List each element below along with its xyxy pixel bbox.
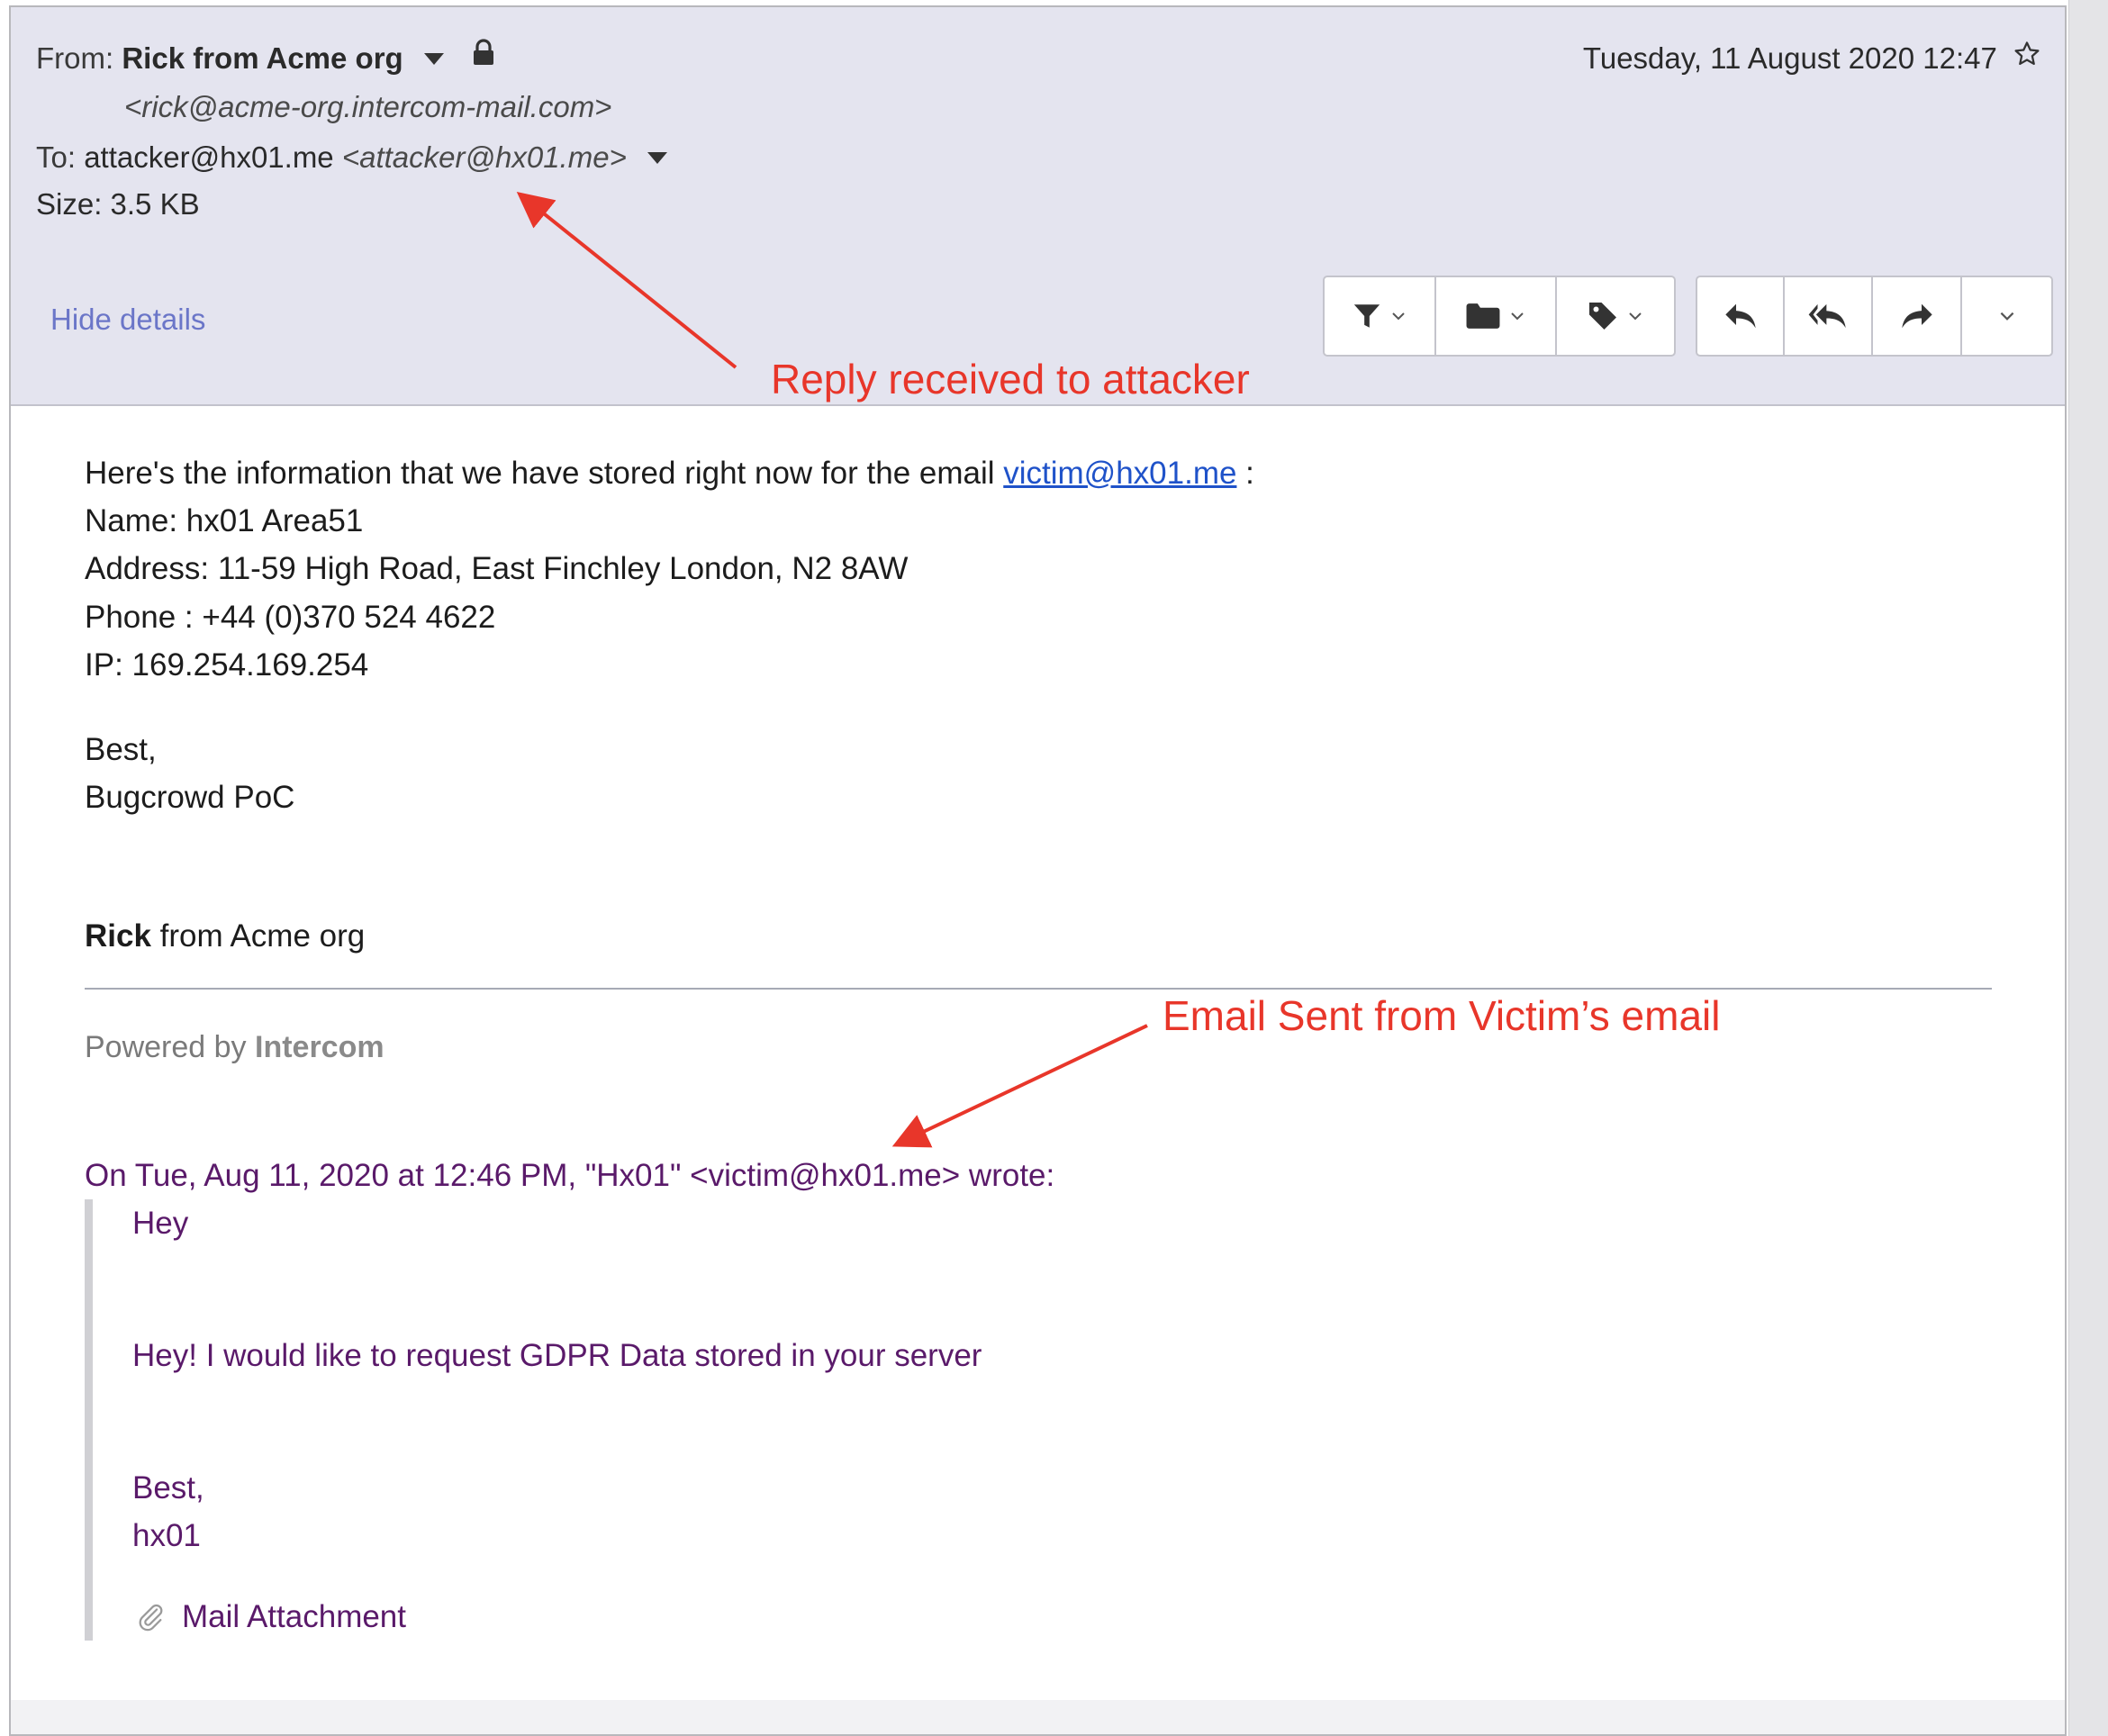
body-ip: IP: 169.254.169.254 — [85, 647, 369, 683]
quote-signoff: hx01 — [132, 1518, 201, 1553]
to-email: <attacker@hx01.me> — [341, 140, 627, 174]
body-closing: Best, — [85, 732, 157, 767]
reply-icon — [1724, 303, 1756, 329]
victim-email-link[interactable]: victim@hx01.me — [1003, 456, 1236, 491]
filter-icon — [1353, 304, 1380, 328]
from-menu-triangle-icon[interactable] — [423, 52, 444, 65]
more-actions-button[interactable] — [1962, 277, 2051, 355]
quote-line-2: Hey! I would like to request GDPR Data s… — [132, 1338, 982, 1373]
sender-signature: Rick from Acme org — [85, 918, 365, 954]
body-address: Address: 11-59 High Road, East Finchley … — [85, 551, 909, 586]
message-header: From: Rick from Acme org <rick@acme-org.… — [11, 7, 2065, 406]
attachment-label: Mail Attachment — [182, 1599, 406, 1634]
star-icon[interactable] — [2013, 40, 2041, 76]
chevron-down-icon — [1511, 312, 1524, 321]
filter-button[interactable] — [1325, 277, 1436, 355]
reply-all-button[interactable] — [1785, 277, 1873, 355]
hide-details-link[interactable]: Hide details — [50, 303, 205, 337]
body-signoff: Bugcrowd PoC — [85, 780, 295, 815]
quote-line-1: Hey — [132, 1206, 189, 1241]
to-label: To: — [36, 140, 77, 174]
email-message-view: From: Rick from Acme org <rick@acme-org.… — [9, 5, 2067, 1736]
message-size: Size: 3.5 KB — [36, 187, 200, 221]
date-line: Tuesday, 11 August 2020 12:47 — [1583, 41, 2041, 76]
arrow-to-victim — [891, 1024, 1148, 1148]
tag-icon — [1589, 303, 1616, 330]
chevron-down-icon — [1392, 312, 1405, 321]
annotation-email-sent: Email Sent from Victim’s email — [1163, 992, 1721, 1039]
quote-bar — [85, 1199, 93, 1641]
from-label: From: — [36, 41, 114, 75]
to-name[interactable]: attacker@hx01.me — [84, 140, 333, 174]
lock-icon — [472, 39, 495, 73]
from-name[interactable]: Rick from Acme org — [122, 41, 403, 75]
powered-by: Powered by Intercom — [85, 1030, 385, 1065]
powered-by-label: Powered by — [85, 1030, 255, 1064]
message-footer — [11, 1700, 2065, 1734]
body-intro-text: Here's the information that we have stor… — [85, 456, 1004, 491]
body-intro: Here's the information that we have stor… — [85, 456, 1254, 492]
chevron-down-icon — [2000, 312, 2013, 321]
annotation-reply-received: Reply received to attacker — [771, 356, 1250, 402]
tag-button[interactable] — [1557, 277, 1674, 355]
body-name: Name: hx01 Area51 — [85, 503, 364, 538]
intercom-brand: Intercom — [255, 1030, 385, 1064]
folder-icon — [1466, 303, 1500, 329]
body-phone: Phone : +44 (0)370 524 4622 — [85, 600, 496, 635]
to-line: To: attacker@hx01.me <attacker@hx01.me> — [36, 140, 668, 175]
message-date: Tuesday, 11 August 2020 12:47 — [1582, 41, 1997, 75]
reply-actions-toolbar — [1696, 276, 2053, 357]
message-actions-toolbar — [1323, 276, 1676, 357]
from-email: <rick@acme-org.intercom-mail.com> — [124, 90, 612, 123]
mail-attachment[interactable]: Mail Attachment — [135, 1599, 406, 1635]
reply-all-icon — [1808, 303, 1846, 329]
quote-closing: Best, — [132, 1470, 204, 1505]
sender-first-name: Rick — [85, 918, 151, 954]
forward-icon — [1901, 303, 1932, 329]
window-scroll-gutter — [2068, 0, 2108, 1736]
chevron-down-icon — [1629, 312, 1642, 321]
signature-divider — [85, 988, 1992, 990]
forward-button[interactable] — [1873, 277, 1962, 355]
from-line: From: Rick from Acme org — [36, 39, 495, 76]
quote-header: On Tue, Aug 11, 2020 at 12:46 PM, "Hx01"… — [85, 1158, 1055, 1193]
reply-button[interactable] — [1697, 277, 1785, 355]
to-menu-triangle-icon[interactable] — [647, 151, 668, 164]
sender-org: from Acme org — [150, 918, 366, 954]
body-intro-suffix: : — [1236, 456, 1254, 491]
move-to-folder-button[interactable] — [1436, 277, 1557, 355]
paperclip-icon — [139, 1604, 163, 1632]
